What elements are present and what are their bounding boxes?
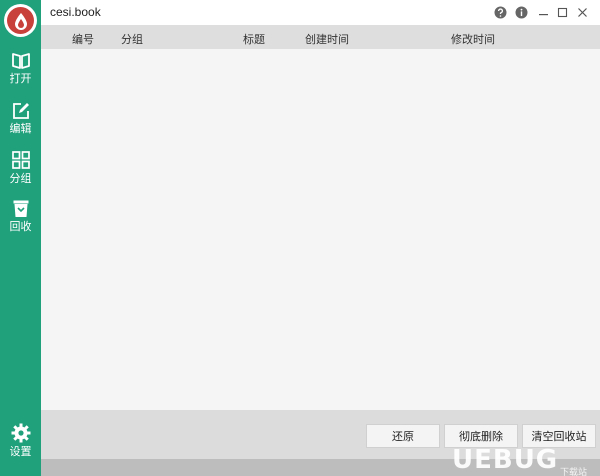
restore-button[interactable]: 还原: [366, 424, 440, 448]
close-icon: [578, 8, 587, 17]
grid-icon: [11, 151, 30, 169]
sidebar-item-group[interactable]: 分组: [0, 150, 41, 194]
recycle-bin-icon: [13, 200, 28, 217]
column-header-created[interactable]: 创建时间: [305, 31, 349, 47]
maximize-icon: [557, 7, 568, 18]
site-watermark-sub: 下载站: [560, 468, 588, 476]
drop-icon: [14, 12, 27, 30]
sidebar: 打开 编辑 分组 回收 设置: [0, 0, 41, 476]
info-button[interactable]: [513, 4, 530, 21]
sidebar-item-label: 设置: [9, 445, 32, 458]
column-header-title[interactable]: 标题: [243, 31, 265, 47]
sidebar-item-open[interactable]: 打开: [0, 52, 41, 96]
column-header-modified[interactable]: 修改时间: [451, 31, 495, 47]
sidebar-item-label: 打开: [9, 72, 32, 85]
column-header-id[interactable]: 编号: [72, 31, 94, 47]
book-open-icon: [11, 53, 30, 69]
column-header-group[interactable]: 分组: [121, 31, 143, 47]
site-watermark: UEBUG: [452, 445, 559, 475]
table-body[interactable]: [41, 49, 600, 410]
sidebar-item-label: 分组: [9, 172, 32, 185]
sidebar-item-edit[interactable]: 编辑: [0, 101, 41, 145]
help-button[interactable]: [492, 4, 509, 21]
maximize-button[interactable]: [554, 4, 571, 21]
help-icon: [494, 6, 507, 19]
sidebar-item-recycle[interactable]: 回收: [0, 199, 41, 243]
sidebar-item-settings[interactable]: 设置: [0, 423, 41, 467]
title-bar: cesi.book: [41, 0, 600, 25]
table-header: 编号 分组 标题 创建时间 修改时间: [41, 25, 600, 49]
minimize-button[interactable]: [535, 4, 552, 21]
info-icon: [515, 6, 528, 19]
gear-icon: [11, 423, 30, 443]
app-logo: [4, 4, 37, 37]
minimize-icon: [539, 14, 548, 16]
close-button[interactable]: [574, 4, 591, 21]
sidebar-item-label: 编辑: [9, 122, 32, 135]
sidebar-item-label: 回收: [9, 220, 32, 233]
window-title: cesi.book: [50, 5, 101, 19]
edit-icon: [12, 103, 29, 119]
